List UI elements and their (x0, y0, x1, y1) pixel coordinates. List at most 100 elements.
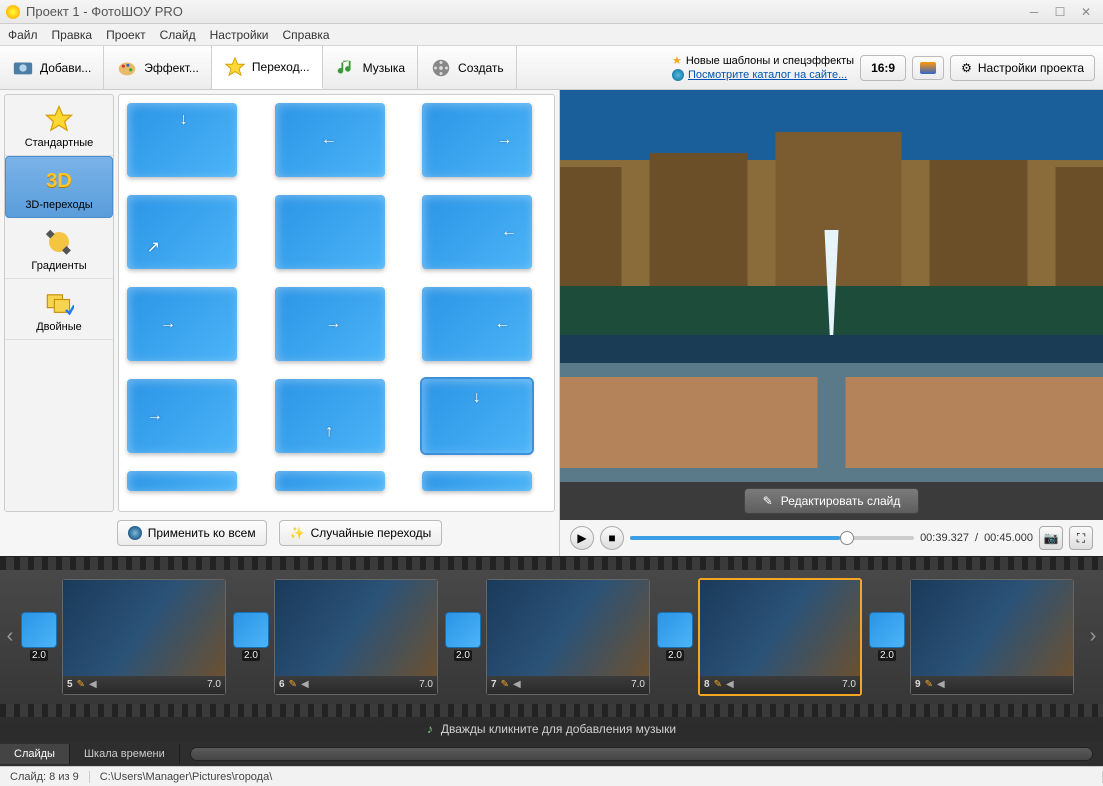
transition-thumb[interactable] (275, 471, 385, 491)
transition-thumb[interactable] (275, 195, 385, 269)
category-gradients[interactable]: Градиенты (5, 218, 113, 279)
app-icon (6, 5, 20, 19)
tab-transitions-label: Переход... (252, 60, 310, 74)
transition-thumb[interactable]: → (127, 287, 237, 361)
tl-tab-slides[interactable]: Слайды (0, 744, 70, 764)
transition-thumb[interactable]: → (422, 103, 532, 177)
camera-small-icon: 📷 (1044, 531, 1059, 545)
minimize-button[interactable]: ─ (1023, 5, 1045, 19)
timeline-prev[interactable]: ‹ (0, 625, 20, 648)
tab-create-label: Создать (458, 61, 504, 75)
tab-create[interactable]: Создать (418, 46, 517, 89)
transition-thumb[interactable] (127, 471, 237, 491)
catalog-link[interactable]: Посмотрите каталог на сайте... (688, 68, 847, 82)
slide-duration: 7.0 (842, 679, 856, 690)
status-path: C:\Users\Manager\Pictures\города\ (90, 771, 1103, 783)
maximize-button[interactable]: ☐ (1049, 5, 1071, 19)
slide-duration: 7.0 (207, 679, 221, 690)
audio-track[interactable]: ♪ Дважды кликните для добавления музыки (0, 717, 1103, 743)
camera-icon (12, 57, 34, 79)
snapshot-button[interactable]: 📷 (1039, 526, 1063, 550)
chevron-left-icon: ◀ (89, 679, 97, 690)
transition-thumb[interactable]: ↓ (127, 103, 237, 177)
pencil-icon: ✎ (501, 679, 509, 690)
apply-all-button[interactable]: Применить ко всем (117, 520, 267, 546)
transition-thumb[interactable]: ← (422, 287, 532, 361)
menu-edit[interactable]: Правка (52, 28, 93, 42)
random-button[interactable]: ✨ Случайные переходы (279, 520, 443, 546)
category-standard[interactable]: Стандартные (5, 95, 113, 156)
transition-duration: 2.0 (242, 650, 260, 661)
slide-card[interactable]: 9✎◀ (910, 579, 1074, 695)
transition-duration: 2.0 (30, 650, 48, 661)
category-3d[interactable]: 3D 3D-переходы (5, 156, 113, 218)
status-bar: Слайд: 8 из 9 C:\Users\Manager\Pictures\… (0, 766, 1103, 786)
transition-thumb[interactable]: ↑ (275, 379, 385, 453)
slide-card[interactable]: 8✎◀7.0 (698, 578, 862, 696)
preview-panel: ✎ Редактировать слайд ▶ ■ 00:39.327 / 00… (560, 90, 1103, 556)
transition-thumb[interactable] (422, 471, 532, 491)
menu-project[interactable]: Проект (106, 28, 146, 42)
fullscreen-button[interactable]: ⛶ (1069, 526, 1093, 550)
transition-thumb-selected[interactable]: ↓ (422, 379, 532, 453)
timeline-scrollbar[interactable] (190, 747, 1093, 761)
tab-music[interactable]: Музыка (323, 46, 418, 89)
timeline-next[interactable]: › (1083, 625, 1103, 648)
slide-card[interactable]: 5✎◀7.0 (62, 579, 226, 695)
tab-transitions[interactable]: Переход... (212, 46, 323, 89)
cat-star-icon (39, 103, 79, 135)
theme-button[interactable] (912, 56, 944, 80)
aspect-button[interactable]: 16:9 (860, 55, 906, 81)
chevron-left-icon: ◀ (513, 679, 521, 690)
tab-effects-label: Эффект... (144, 61, 199, 75)
transition-chip[interactable] (445, 612, 481, 648)
slide-card[interactable]: 7✎◀7.0 (486, 579, 650, 695)
pencil-icon: ✎ (925, 679, 933, 690)
cat-double-icon (39, 287, 79, 319)
project-settings-button[interactable]: ⚙ Настройки проекта (950, 55, 1095, 81)
star-small-icon: ★ (672, 54, 682, 68)
globe-icon (672, 69, 684, 81)
tab-effects[interactable]: Эффект... (104, 46, 212, 89)
time-current: 00:39.327 (920, 532, 969, 544)
transition-thumb[interactable]: → (127, 379, 237, 453)
preview-image (560, 90, 1103, 482)
titlebar: Проект 1 - ФотоШОУ PRO ─ ☐ ✕ (0, 0, 1103, 24)
edit-slide-button[interactable]: ✎ Редактировать слайд (744, 488, 920, 514)
transition-chip[interactable] (869, 612, 905, 648)
sunset-icon (920, 62, 936, 74)
music-note-icon: ♪ (427, 722, 433, 736)
seek-slider[interactable] (630, 536, 914, 540)
reel-icon (430, 57, 452, 79)
play-icon: ▶ (577, 531, 586, 545)
transition-duration: 2.0 (666, 650, 684, 661)
timeline: ‹ 2.05✎◀7.02.06✎◀7.02.07✎◀7.02.08✎◀7.02.… (0, 556, 1103, 766)
cat-3d-icon: 3D (39, 165, 79, 197)
transition-thumbs: ↓ ← → ↗ ← → → ← → ↑ ↓ (118, 94, 555, 512)
transition-thumb[interactable]: ↗ (127, 195, 237, 269)
menu-help[interactable]: Справка (282, 28, 329, 42)
transition-thumb[interactable]: → (275, 287, 385, 361)
menu-slide[interactable]: Слайд (160, 28, 196, 42)
transition-thumb[interactable]: ← (422, 195, 532, 269)
transition-chip[interactable] (657, 612, 693, 648)
stop-button[interactable]: ■ (600, 526, 624, 550)
audio-hint: Дважды кликните для добавления музыки (441, 722, 676, 736)
menu-file[interactable]: Файл (8, 28, 38, 42)
transition-chip[interactable] (233, 612, 269, 648)
slide-card[interactable]: 6✎◀7.0 (274, 579, 438, 695)
category-doubles[interactable]: Двойные (5, 279, 113, 340)
close-button[interactable]: ✕ (1075, 5, 1097, 19)
tab-music-label: Музыка (363, 61, 405, 75)
transition-thumb[interactable]: ← (275, 103, 385, 177)
tab-add[interactable]: Добави... (0, 46, 104, 89)
transition-chip[interactable] (21, 612, 57, 648)
play-button[interactable]: ▶ (570, 526, 594, 550)
slide-number: 7 (491, 679, 497, 690)
pencil-icon: ✎ (714, 679, 722, 690)
tl-tab-timeline[interactable]: Шкала времени (70, 744, 180, 764)
globe-blue-icon (128, 526, 142, 540)
menu-settings[interactable]: Настройки (210, 28, 269, 42)
pencil-icon: ✎ (763, 494, 773, 508)
transitions-panel: Стандартные 3D 3D-переходы Градиенты Дво… (0, 90, 560, 556)
